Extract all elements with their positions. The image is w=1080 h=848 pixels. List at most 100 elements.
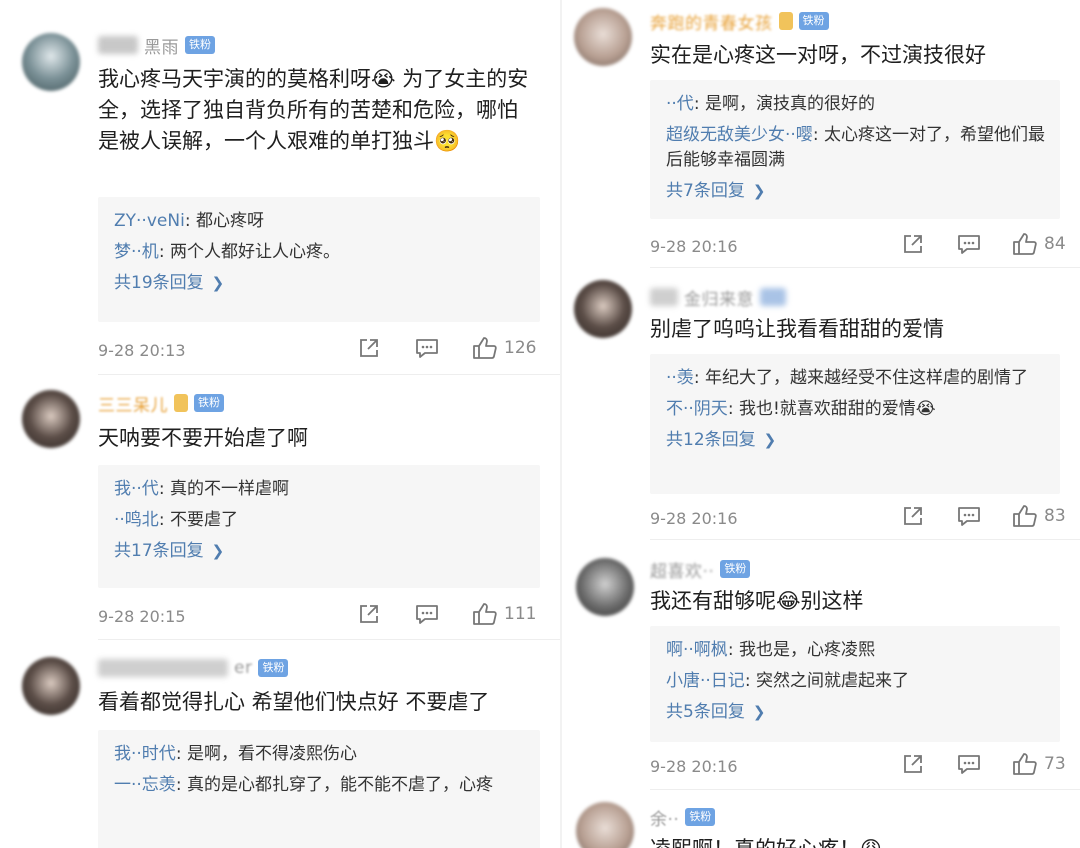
chevron-right-icon: ❯ [211, 274, 225, 292]
username-blur [760, 288, 786, 306]
comment-icon[interactable] [956, 752, 982, 776]
reply-author[interactable]: 啊··啊枫 [666, 640, 728, 660]
like-icon[interactable] [1012, 232, 1038, 256]
reply-author[interactable]: 梦··机 [114, 242, 159, 262]
comment-item: 超喜欢·· 铁粉 我还有甜够呢😂别这样 啊··啊枫: 我也是，心疼凌熙 小唐··… [562, 540, 1080, 790]
reply-text: : 是啊，看不得凌熙伤心 [175, 744, 357, 764]
reply-item[interactable]: 不··阴天: 我也!就喜欢甜甜的爱情😭 [666, 397, 1046, 422]
comment-text: 实在是心疼这一对呀，不过演技很好 [650, 43, 986, 67]
share-icon[interactable] [356, 602, 382, 626]
username[interactable]: 金归来意 [684, 285, 754, 310]
comment-icon[interactable] [414, 336, 440, 360]
avatar[interactable] [574, 280, 632, 338]
comment-text: 看着都觉得扎心 希望他们快点好 不要虐了 [98, 690, 490, 714]
reply-author[interactable]: 不··阴天 [666, 399, 728, 419]
chevron-right-icon: ❯ [752, 703, 766, 721]
fan-badge: 铁粉 [185, 36, 215, 54]
comment-text: 凌熙啊！真的好心疼！😩 [650, 834, 1070, 848]
reply-author[interactable]: ··鸣北 [114, 510, 159, 530]
reply-item[interactable]: ··鸣北: 不要虐了 [114, 508, 526, 533]
gold-medal-icon [778, 12, 793, 30]
reply-box[interactable]: ··代: 是啊，演技真的很好的 超级无敌美少女··嘤: 太心疼这一对了，希望他们… [650, 80, 1060, 219]
like-icon[interactable] [1012, 752, 1038, 776]
view-more-replies-link[interactable]: 共5条回复 ❯ [666, 700, 1046, 724]
comment-icon[interactable] [956, 232, 982, 256]
reply-item[interactable]: 啊··啊枫: 我也是，心疼凌熙 [666, 638, 1046, 663]
like-count: 126 [504, 338, 537, 358]
reply-box[interactable]: 啊··啊枫: 我也是，心疼凌熙 小唐··日记: 突然之间就虐起来了 共5条回复 ❯ [650, 626, 1060, 742]
reply-item[interactable]: 梦··机: 两个人都好让人心疼。 [114, 240, 526, 265]
reply-author[interactable]: 我··时代 [114, 744, 176, 764]
reply-item[interactable]: 我··代: 真的不一样虐啊 [114, 477, 526, 502]
reply-author[interactable]: ZY··veNi [114, 211, 185, 231]
username[interactable]: 余·· [650, 805, 679, 830]
reply-item[interactable]: ··代: 是啊，演技真的很好的 [666, 92, 1046, 117]
comment-item: 奔跑的青春女孩 铁粉 实在是心疼这一对呀，不过演技很好 ··代: 是啊，演技真的… [562, 0, 1080, 268]
comment-item: 三三呆儿 铁粉 天呐要不要开始虐了啊 我··代: 真的不一样虐啊 ··鸣北: 不… [0, 375, 560, 645]
reply-author[interactable]: 一··忘羡 [114, 775, 176, 795]
reply-author[interactable]: ··代 [666, 94, 694, 114]
reply-box[interactable]: 我··时代: 是啊，看不得凌熙伤心 一··忘羡: 真的是心都扎穿了，能不能不虐了… [98, 730, 540, 848]
reply-box[interactable]: 我··代: 真的不一样虐啊 ··鸣北: 不要虐了 共17条回复 ❯ [98, 465, 540, 588]
avatar[interactable] [22, 657, 80, 715]
reply-item[interactable]: 我··时代: 是啊，看不得凌熙伤心 [114, 742, 526, 767]
username-blur [98, 659, 228, 677]
username[interactable]: 奔跑的青春女孩 [650, 9, 773, 34]
share-icon[interactable] [900, 752, 926, 776]
fan-badge: 铁粉 [798, 12, 829, 30]
reply-author[interactable]: 我··代 [114, 479, 159, 499]
avatar[interactable] [574, 8, 632, 66]
username[interactable]: 三三呆儿 [98, 391, 168, 416]
username[interactable]: er [234, 658, 252, 678]
reply-item[interactable]: 一··忘羡: 真的是心都扎穿了，能不能不虐了，心疼 [114, 773, 526, 798]
share-icon[interactable] [900, 232, 926, 256]
view-more-replies-link[interactable]: 共17条回复 ❯ [114, 539, 526, 563]
share-icon[interactable] [900, 504, 926, 528]
view-more-replies-link[interactable]: 共12条回复 ❯ [666, 428, 1046, 452]
reply-box[interactable]: ··羡: 年纪大了，越来越经受不住这样虐的剧情了 不··阴天: 我也!就喜欢甜甜… [650, 354, 1060, 494]
like-icon[interactable] [472, 336, 498, 360]
comment-icon[interactable] [414, 602, 440, 626]
share-icon[interactable] [356, 336, 382, 360]
like-count: 84 [1044, 234, 1066, 254]
comment-item: 金归来意 别虐了呜呜让我看看甜甜的爱情 ··羡: 年纪大了，越来越经受不住这样虐… [562, 268, 1080, 540]
chevron-right-icon: ❯ [211, 542, 225, 560]
like-icon[interactable] [472, 602, 498, 626]
view-more-replies-link[interactable]: 共19条回复 ❯ [114, 271, 526, 295]
reply-author[interactable]: 小唐··日记 [666, 671, 745, 691]
avatar[interactable] [576, 558, 634, 616]
right-comment-column: 奔跑的青春女孩 铁粉 实在是心疼这一对呀，不过演技很好 ··代: 是啊，演技真的… [562, 0, 1080, 848]
comment-text: 我心疼马天宇演的的莫格利呀😭 为了女主的安全，选择了独自背负所有的苦楚和危险，哪… [98, 67, 529, 153]
username[interactable]: 黑雨 [144, 33, 179, 58]
reply-text: : 年纪大了，越来越经受不住这样虐的剧情了 [693, 368, 1028, 388]
like-count: 83 [1044, 506, 1066, 526]
timestamp: 9-28 20:16 [650, 236, 738, 256]
reply-text: : 是啊，演技真的很好的 [693, 94, 875, 114]
username-blur [98, 36, 138, 54]
like-icon[interactable] [1012, 504, 1038, 528]
view-more-replies-link[interactable]: 共7条回复 ❯ [666, 179, 1046, 203]
reply-box[interactable]: ZY··veNi: 都心疼呀 梦··机: 两个人都好让人心疼。 共19条回复 ❯ [98, 197, 540, 322]
comment-text: 天呐要不要开始虐了啊 [98, 426, 308, 450]
fan-badge: 铁粉 [685, 808, 716, 826]
comment-text: 别虐了呜呜让我看看甜甜的爱情 [650, 317, 944, 341]
username[interactable]: 超喜欢·· [650, 557, 714, 582]
reply-item[interactable]: ZY··veNi: 都心疼呀 [114, 209, 526, 234]
comment-icon[interactable] [956, 504, 982, 528]
comment-item: er 铁粉 看着都觉得扎心 希望他们快点好 不要虐了 我··时代: 是啊，看不得… [0, 645, 560, 848]
avatar[interactable] [22, 33, 80, 91]
fan-badge: 铁粉 [258, 659, 289, 677]
reply-text: : 两个人都好让人心疼。 [158, 242, 340, 262]
reply-author[interactable]: ··羡 [666, 368, 694, 388]
username-blur [650, 288, 678, 306]
reply-author[interactable]: 超级无敌美少女··嘤 [666, 125, 813, 145]
avatar[interactable] [576, 802, 634, 848]
chevron-right-icon: ❯ [752, 182, 766, 200]
timestamp: 9-28 20:15 [98, 606, 186, 626]
reply-item[interactable]: ··羡: 年纪大了，越来越经受不住这样虐的剧情了 [666, 366, 1046, 391]
avatar[interactable] [22, 390, 80, 448]
reply-text: : 真的不一样虐啊 [158, 479, 289, 499]
reply-item[interactable]: 超级无敌美少女··嘤: 太心疼这一对了，希望他们最后能够幸福圆满 [666, 123, 1046, 173]
reply-item[interactable]: 小唐··日记: 突然之间就虐起来了 [666, 669, 1046, 694]
fan-badge: 铁粉 [194, 394, 224, 412]
